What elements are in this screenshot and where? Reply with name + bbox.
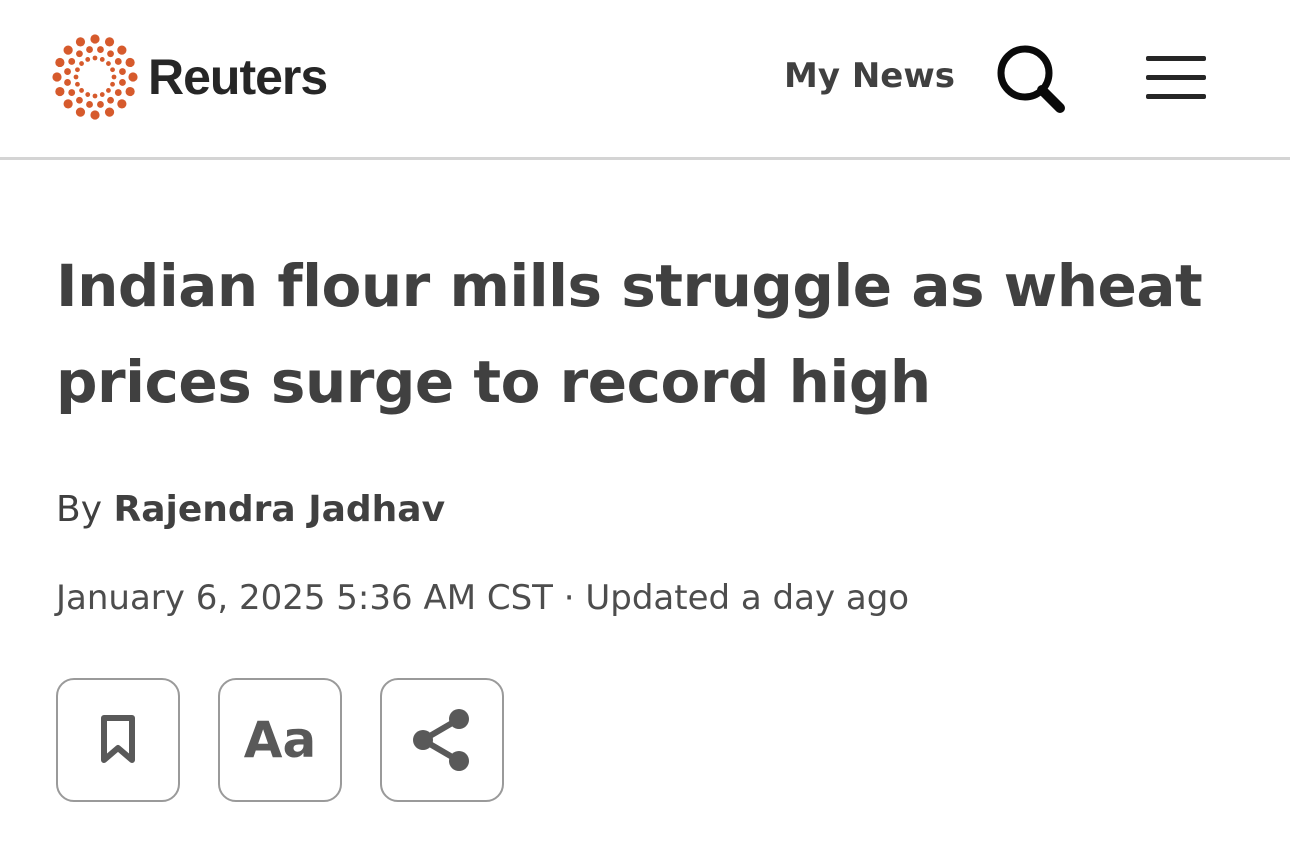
logo-dot [68, 89, 76, 96]
logo-dot [111, 74, 117, 80]
logo-dot [97, 46, 104, 53]
logo-dot [86, 46, 93, 53]
logo-dot [76, 50, 83, 58]
logo-dot [110, 67, 115, 73]
publish-date: January 6, 2025 5:36 AM CST [56, 578, 553, 618]
logo-dot [99, 57, 105, 62]
logo-dot [64, 79, 71, 86]
dateline: January 6, 2025 5:36 AM CST · Updated a … [56, 576, 909, 620]
logo-dot [76, 96, 83, 104]
logo-dot [90, 34, 100, 44]
share-button[interactable] [380, 678, 504, 802]
logo-dot [110, 81, 115, 87]
reuters-logo-icon [52, 34, 138, 120]
logo-dot [52, 72, 62, 82]
logo-dot [75, 37, 86, 47]
logo-dot [125, 86, 135, 97]
logo-dot [68, 58, 76, 65]
reuters-logo[interactable]: Reuters [52, 34, 328, 120]
author-link[interactable]: Rajendra Jadhav [113, 489, 445, 530]
logo-dot [99, 92, 105, 97]
updated-time: Updated a day ago [585, 578, 910, 618]
logo-dot [106, 61, 111, 66]
logo-dot [117, 45, 127, 55]
logo-dot [55, 57, 65, 68]
date-separator: · [552, 578, 586, 618]
hamburger-menu-icon [1146, 56, 1206, 99]
text-size-button[interactable]: Aa [218, 678, 342, 802]
logo-dot [75, 81, 80, 87]
logo-dot [107, 50, 114, 58]
article-page: Reuters My News Indian flour mills strug… [0, 0, 1290, 848]
logo-dot [92, 93, 98, 99]
logo-dot [114, 58, 122, 65]
search-button[interactable] [994, 42, 1068, 116]
logo-dot [90, 110, 100, 120]
site-header: Reuters My News [0, 0, 1290, 160]
logo-dot [119, 79, 126, 86]
logo-dot [85, 57, 91, 62]
byline: By Rajendra Jadhav [56, 486, 445, 534]
logo-dot [75, 107, 86, 117]
logo-dot [114, 89, 122, 96]
logo-dot [104, 37, 115, 47]
logo-dot [85, 92, 91, 97]
logo-dot [119, 68, 126, 75]
logo-dot [92, 55, 98, 61]
logo-dot [128, 72, 138, 82]
logo-dot [75, 67, 80, 73]
logo-dot [106, 88, 111, 93]
menu-button[interactable] [1140, 50, 1212, 106]
logo-dot [63, 99, 73, 109]
logo-dot [86, 101, 93, 108]
logo-dot [63, 45, 73, 55]
text-size-label: Aa [243, 711, 317, 769]
logo-dot [64, 68, 71, 75]
logo-dot [104, 107, 115, 117]
logo-dot [117, 99, 127, 109]
brand-name: Reuters [148, 49, 328, 105]
share-icon [413, 709, 469, 771]
my-news-link[interactable]: My News [784, 56, 955, 96]
logo-dot [73, 74, 79, 80]
logo-dot [125, 57, 135, 68]
bookmark-icon [101, 715, 135, 763]
bookmark-button[interactable] [56, 678, 180, 802]
logo-dot [79, 61, 84, 66]
logo-dot [97, 101, 104, 108]
logo-dot [55, 86, 65, 97]
article-headline: Indian flour mills struggle as wheat pri… [56, 252, 1203, 416]
article-actions: Aa [56, 678, 504, 802]
search-icon [997, 45, 1065, 113]
logo-dot [79, 88, 84, 93]
logo-dot [107, 96, 114, 104]
byline-prefix: By [56, 489, 103, 530]
